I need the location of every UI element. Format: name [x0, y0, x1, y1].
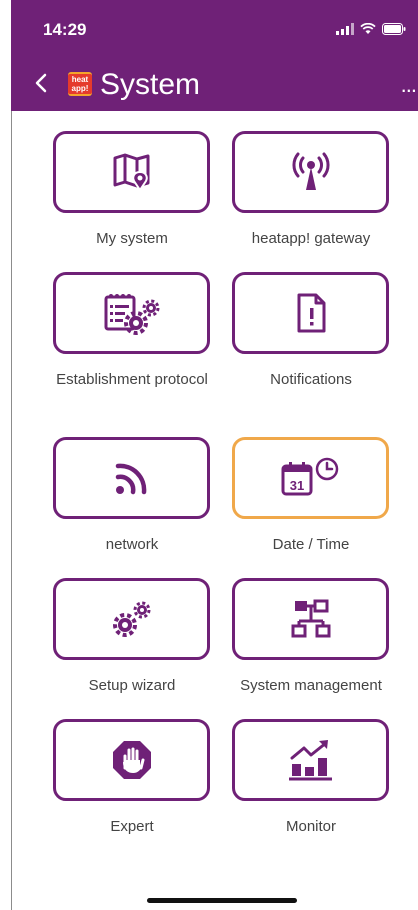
tile-label-setup-wizard: Setup wizard [88, 677, 176, 694]
logo-text: heat app! [68, 74, 92, 94]
tile-monitor[interactable] [232, 719, 389, 801]
tile-label-expert: Expert [110, 818, 154, 835]
tile-network[interactable] [53, 437, 210, 519]
tile-my-system[interactable] [53, 131, 210, 213]
tile-heatapp-gateway[interactable] [232, 131, 389, 213]
nav-bar: heat app! System ... [11, 60, 418, 110]
tile-setup-wizard[interactable] [53, 578, 210, 660]
status-bar: 14:29 [11, 0, 418, 60]
chevron-left-icon [35, 73, 47, 93]
more-menu-button[interactable]: ... [401, 72, 417, 98]
tile-label-monitor: Monitor [285, 818, 337, 835]
back-button[interactable] [29, 68, 53, 98]
tile-label-date-time: Date / Time [272, 536, 350, 553]
tile-label-system-management: System management [240, 677, 382, 694]
calendar-clock-icon: 31 [281, 457, 338, 496]
bar-chart-trend-icon [288, 740, 332, 781]
tile-label-notifications: Notifications [270, 371, 352, 388]
heatapp-logo: heat app! [68, 72, 92, 96]
tile-label-network: network [105, 536, 159, 553]
svg-text:31: 31 [289, 478, 303, 493]
hand-stop-icon [112, 741, 151, 779]
tile-notifications[interactable] [232, 272, 389, 354]
status-icons [336, 23, 406, 35]
signal-icon [336, 23, 354, 35]
header: 14:29 heat app! System ... [11, 0, 418, 111]
tile-label-my-system: My system [96, 230, 168, 247]
divider [11, 111, 12, 910]
wireless-signal-icon [115, 463, 146, 495]
battery-icon [382, 23, 406, 35]
page-title: System [100, 68, 201, 101]
tile-expert[interactable] [53, 719, 210, 801]
protocol-gears-icon [104, 294, 159, 335]
antenna-icon [292, 152, 329, 190]
notification-document-icon [297, 293, 325, 333]
tile-system-management[interactable] [232, 578, 389, 660]
status-time: 14:29 [43, 20, 87, 39]
tile-date-time[interactable]: 31 [232, 437, 389, 519]
map-location-icon [113, 153, 149, 192]
home-indicator[interactable] [147, 898, 297, 903]
tile-establishment-protocol[interactable] [53, 272, 210, 354]
tile-label-heatapp-gateway: heatapp! gateway [251, 230, 371, 247]
tile-label-establishment-protocol: Establishment protocol [56, 371, 208, 388]
wifi-icon [360, 23, 376, 34]
hierarchy-icon [291, 599, 330, 638]
gears-icon [112, 601, 150, 637]
